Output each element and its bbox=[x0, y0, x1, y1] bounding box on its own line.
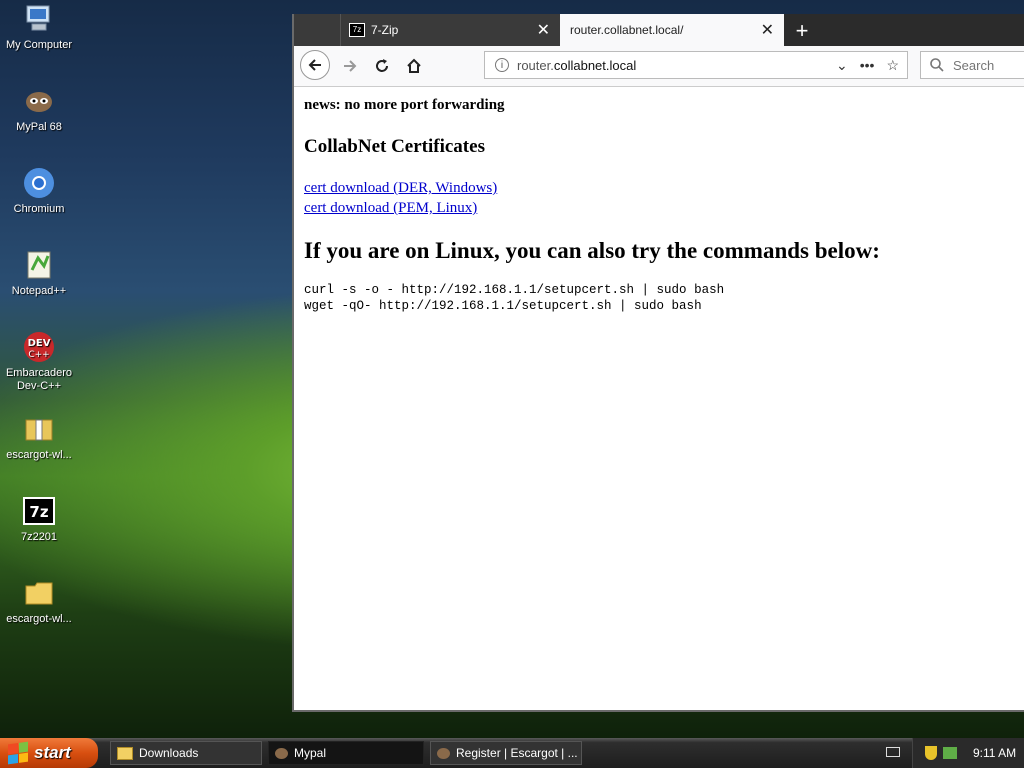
desktop-icon-notepadpp[interactable]: Notepad++ bbox=[0, 248, 78, 298]
chevron-down-icon[interactable]: ⌄ bbox=[836, 57, 848, 74]
home-icon bbox=[407, 58, 421, 73]
keyboard-icon[interactable] bbox=[886, 747, 900, 757]
reload-icon bbox=[376, 59, 388, 72]
arrow-left-icon bbox=[308, 59, 321, 71]
url-bar[interactable]: i router.collabnet.local ⌄ ••• ☆ bbox=[484, 51, 908, 79]
desktop-icon-label: escargot-wl... bbox=[6, 613, 72, 625]
task-label: Register | Escargot | ... bbox=[456, 746, 578, 760]
folder-icon bbox=[22, 576, 56, 610]
tab-label: router.collabnet.local/ bbox=[570, 23, 684, 37]
desktop-icon-label: My Computer bbox=[5, 39, 73, 51]
url-host: collabnet.local bbox=[553, 57, 637, 73]
svg-text:C++: C++ bbox=[28, 350, 49, 360]
task-mypal[interactable]: Mypal bbox=[268, 741, 424, 765]
search-input[interactable] bbox=[951, 56, 1024, 74]
desktop-icon-7z2201[interactable]: 7z 7z2201 bbox=[0, 494, 78, 544]
tab-router[interactable]: router.collabnet.local/ ✕ bbox=[560, 14, 784, 46]
tab-7zip[interactable]: 7z 7-Zip ✕ bbox=[340, 14, 560, 46]
chromium-icon bbox=[22, 166, 56, 200]
tab-label: 7-Zip bbox=[371, 23, 399, 37]
devcpp-icon: DEV C++ bbox=[22, 330, 56, 364]
star-icon[interactable]: ☆ bbox=[886, 57, 899, 74]
desktop-icon-escargot-folder[interactable]: escargot-wl... bbox=[0, 576, 78, 626]
home-button[interactable] bbox=[400, 52, 428, 80]
new-tab-button[interactable]: + bbox=[790, 18, 814, 44]
cert-heading: CollabNet Certificates bbox=[304, 136, 485, 157]
mypal-icon bbox=[437, 747, 450, 759]
info-icon[interactable]: i bbox=[495, 58, 509, 72]
zip-folder-icon bbox=[22, 412, 56, 446]
task-register-escargot[interactable]: Register | Escargot | ... bbox=[430, 741, 582, 765]
desktop-icon-label: Notepad++ bbox=[11, 285, 67, 297]
desktop-icon-my-computer[interactable]: My Computer bbox=[0, 2, 78, 52]
close-icon[interactable]: ✕ bbox=[537, 20, 550, 40]
url-text: router.collabnet.local bbox=[517, 58, 836, 73]
network-icon[interactable] bbox=[943, 747, 957, 759]
back-button[interactable] bbox=[300, 50, 330, 80]
start-label: start bbox=[34, 743, 71, 762]
command-wget: wget -qO- http://192.168.1.1/setupcert.s… bbox=[304, 299, 702, 313]
search-box[interactable] bbox=[920, 51, 1024, 79]
start-button[interactable]: start bbox=[0, 738, 98, 768]
tab-pinned[interactable] bbox=[294, 14, 340, 46]
desktop-icon-label: Chromium bbox=[13, 203, 65, 215]
news-text: news: no more port forwarding bbox=[304, 97, 505, 113]
task-label: Mypal bbox=[294, 746, 327, 760]
mypal-icon bbox=[22, 84, 56, 118]
reload-button[interactable] bbox=[368, 52, 396, 80]
svg-text:7z: 7z bbox=[29, 503, 48, 521]
mypal-icon bbox=[275, 747, 288, 759]
linux-heading: If you are on Linux, you can also try th… bbox=[304, 238, 880, 263]
command-curl: curl -s -o - http://192.168.1.1/setupcer… bbox=[304, 283, 725, 297]
desktop-icon-mypal[interactable]: MyPal 68 bbox=[0, 84, 78, 134]
page-content: news: no more port forwarding CollabNet … bbox=[294, 87, 1024, 324]
desktop-icon-label: 7z2201 bbox=[20, 531, 58, 543]
desktop-icon-chromium[interactable]: Chromium bbox=[0, 166, 78, 216]
folder-icon bbox=[117, 746, 133, 760]
sevenzip-icon: 7z bbox=[22, 494, 56, 528]
nav-bar: i router.collabnet.local ⌄ ••• ☆ bbox=[294, 46, 1024, 87]
shield-icon[interactable] bbox=[925, 746, 937, 760]
desktop-icon-label: escargot-wl... bbox=[6, 449, 72, 461]
cert-download-der-link[interactable]: cert download (DER, Windows) bbox=[304, 178, 1016, 198]
clock[interactable]: 9:11 AM bbox=[973, 746, 1016, 760]
task-downloads[interactable]: Downloads bbox=[110, 741, 262, 765]
arrow-right-icon bbox=[344, 60, 357, 72]
desktop-icon-escargot-zip[interactable]: escargot-wl... bbox=[0, 412, 78, 462]
sevenzip-icon: 7z bbox=[349, 23, 365, 37]
windows-flag-icon bbox=[8, 741, 28, 765]
task-label: Downloads bbox=[139, 746, 199, 760]
svg-text:DEV: DEV bbox=[28, 338, 51, 349]
taskbar: start Downloads Mypal Register | Escargo… bbox=[0, 738, 1024, 768]
desktop-icon-label: MyPal 68 bbox=[16, 121, 62, 133]
browser-window: 7z 7-Zip ✕ router.collabnet.local/ ✕ + i… bbox=[292, 14, 1024, 712]
url-prefix: router. bbox=[517, 57, 554, 73]
forward-button[interactable] bbox=[336, 52, 364, 80]
more-icon[interactable]: ••• bbox=[860, 57, 875, 74]
desktop-icon-devcpp[interactable]: DEV C++ Embarcadero Dev-C++ bbox=[0, 330, 78, 393]
system-tray: 9:11 AM bbox=[912, 738, 1024, 768]
cert-download-pem-link[interactable]: cert download (PEM, Linux) bbox=[304, 198, 1016, 218]
close-icon[interactable]: ✕ bbox=[761, 20, 774, 40]
notepadpp-icon bbox=[22, 248, 56, 282]
desktop-icon-label: Embarcadero Dev-C++ bbox=[5, 367, 73, 392]
tab-bar: 7z 7-Zip ✕ router.collabnet.local/ ✕ + bbox=[294, 14, 1024, 46]
search-icon bbox=[930, 58, 944, 72]
computer-icon bbox=[22, 2, 56, 36]
